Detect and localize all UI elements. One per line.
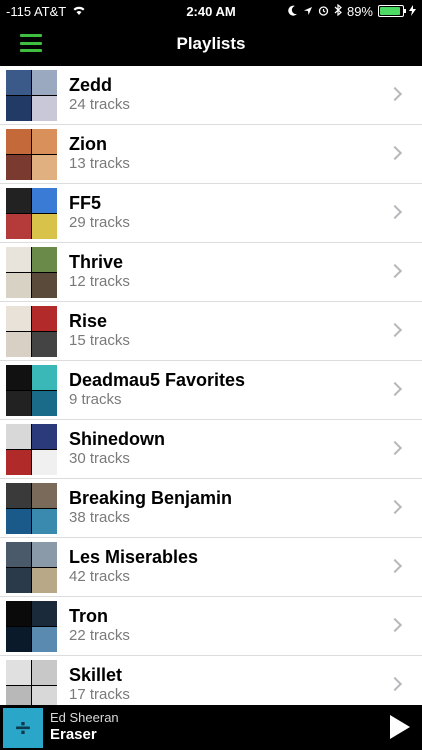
playlist-artwork: [6, 129, 57, 180]
carrier-label: -115 AT&T: [6, 3, 67, 19]
playlist-row[interactable]: Zion 13 tracks: [0, 125, 422, 184]
chevron-right-icon: [387, 86, 403, 102]
chevron-right-icon: [387, 204, 403, 220]
playlist-artwork: [6, 542, 57, 593]
playlist-row[interactable]: Skillet 17 tracks: [0, 656, 422, 705]
chevron-right-icon: [387, 145, 403, 161]
playlist-text: Les Miserables 42 tracks: [69, 546, 198, 586]
playlist-artwork: [6, 306, 57, 357]
playlist-text: Shinedown 30 tracks: [69, 428, 165, 468]
playlist-title: Zedd: [69, 75, 112, 95]
location-icon: [303, 4, 313, 19]
playlist-track-count: 13 tracks: [69, 155, 130, 172]
playlist-title: Thrive: [69, 252, 124, 272]
battery-fill: [380, 7, 400, 15]
now-playing-artwork: ÷: [3, 708, 43, 748]
play-icon[interactable]: [390, 715, 410, 739]
playlist-text: Thrive 12 tracks: [69, 251, 130, 291]
nav-bar: Playlists: [0, 22, 422, 66]
playlist-title: Rise: [69, 311, 108, 331]
playlist-artwork: [6, 188, 57, 239]
chevron-right-icon: [387, 440, 403, 456]
playlist-title: Breaking Benjamin: [69, 488, 233, 508]
playlist-row[interactable]: FF5 29 tracks: [0, 184, 422, 243]
playlist-track-count: 22 tracks: [69, 627, 130, 644]
playlist-track-count: 9 tracks: [69, 391, 122, 408]
playlist-text: Rise 15 tracks: [69, 310, 130, 350]
playlist-title: Shinedown: [69, 429, 165, 449]
playlist-row[interactable]: Rise 15 tracks: [0, 302, 422, 361]
chevron-right-icon: [387, 499, 403, 515]
chevron-right-icon: [387, 322, 403, 338]
moon-icon: [288, 4, 298, 19]
playlist-track-count: 17 tracks: [69, 686, 130, 703]
album-symbol: ÷: [13, 715, 33, 741]
playlist-text: Breaking Benjamin 38 tracks: [69, 487, 232, 527]
playlist-text: Deadmau5 Favorites 9 tracks: [69, 369, 245, 409]
playlist-title: Zion: [69, 134, 107, 154]
playlist-row[interactable]: Zedd 24 tracks: [0, 66, 422, 125]
playlist-row[interactable]: Tron 22 tracks: [0, 597, 422, 656]
playlist-text: Zedd 24 tracks: [69, 74, 130, 114]
playlist-title: Deadmau5 Favorites: [69, 370, 246, 390]
wifi-icon: [72, 4, 86, 19]
now-playing-artist: Ed Sheeran: [50, 710, 119, 725]
playlist-track-count: 29 tracks: [69, 214, 130, 231]
charging-icon: [409, 4, 416, 19]
now-playing-track: Eraser: [50, 726, 97, 743]
playlist-title: Skillet: [69, 665, 123, 685]
playlist-title: Les Miserables: [69, 547, 199, 567]
playlist-track-count: 42 tracks: [69, 568, 130, 585]
playlist-track-count: 38 tracks: [69, 509, 130, 526]
playlist-text: FF5 29 tracks: [69, 192, 130, 232]
playlist-track-count: 12 tracks: [69, 273, 130, 290]
playlist-track-count: 30 tracks: [69, 450, 130, 467]
playlist-artwork: [6, 247, 57, 298]
battery-icon: [378, 5, 406, 17]
chevron-right-icon: [387, 263, 403, 279]
chevron-right-icon: [387, 381, 403, 397]
playlist-title: Tron: [69, 606, 108, 626]
playlist-artwork: [6, 601, 57, 652]
playlist-text: Tron 22 tracks: [69, 605, 130, 645]
playlist-artwork: [6, 660, 57, 705]
alarm-icon: [318, 4, 329, 19]
hamburger-menu-icon[interactable]: [20, 34, 42, 52]
playlist-artwork: [6, 483, 57, 534]
battery-percent: 89%: [346, 3, 373, 19]
playlist-row[interactable]: Les Miserables 42 tracks: [0, 538, 422, 597]
playlist-artwork: [6, 424, 57, 475]
page-title: Playlists: [176, 34, 246, 53]
playlist-artwork: [6, 70, 57, 121]
chevron-right-icon: [387, 617, 403, 633]
playlist-title: FF5: [69, 193, 102, 213]
playlist-row[interactable]: Shinedown 30 tracks: [0, 420, 422, 479]
playlist-track-count: 24 tracks: [69, 96, 130, 113]
playlist-row[interactable]: Thrive 12 tracks: [0, 243, 422, 302]
status-right: 89%: [288, 3, 416, 19]
now-playing-bar[interactable]: ÷ Ed Sheeran Eraser: [0, 705, 422, 750]
status-left: -115 AT&T: [6, 4, 86, 19]
playlist-artwork: [6, 365, 57, 416]
playlist-row[interactable]: Breaking Benjamin 38 tracks: [0, 479, 422, 538]
chevron-right-icon: [387, 676, 403, 692]
playlist-row[interactable]: Deadmau5 Favorites 9 tracks: [0, 361, 422, 420]
playlist-list[interactable]: Zedd 24 tracks Zion 13 tracks FF5 29 tracks Th…: [0, 66, 422, 705]
status-bar: -115 AT&T 2:40 AM 89%: [0, 0, 422, 22]
playlist-track-count: 15 tracks: [69, 332, 130, 349]
chevron-right-icon: [387, 558, 403, 574]
playlist-text: Zion 13 tracks: [69, 133, 130, 173]
bluetooth-icon: [334, 3, 342, 19]
playlist-text: Skillet 17 tracks: [69, 664, 130, 704]
